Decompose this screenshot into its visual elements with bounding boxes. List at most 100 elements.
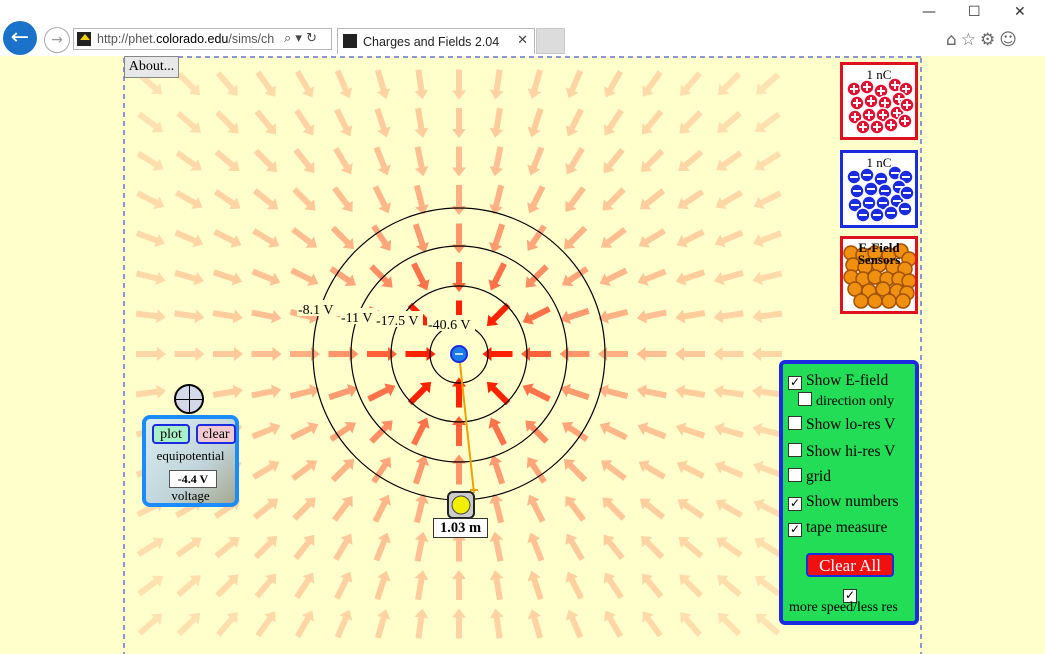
more-speed-label: more speed/less res	[789, 600, 898, 615]
efield-arrow	[254, 109, 277, 135]
checkbox-box[interactable]	[788, 468, 802, 482]
show-efield-checkbox[interactable]: ✓ Show E-field	[788, 372, 888, 390]
efield-arrow	[251, 384, 282, 399]
sensor[interactable]	[853, 293, 869, 309]
efield-arrow	[374, 107, 391, 138]
efield-arrow	[716, 537, 743, 558]
phet-favicon-icon	[343, 34, 357, 48]
checkbox-box[interactable]: ✓	[788, 523, 802, 537]
efield-arrow	[527, 69, 544, 99]
positive-charge-bucket[interactable]: 1 nC	[840, 62, 918, 140]
efield-arrow	[565, 69, 584, 99]
efield-arrow	[714, 422, 744, 439]
efield-arrow	[714, 269, 744, 286]
efield-arrow	[329, 421, 356, 442]
efield-arrow	[369, 420, 393, 444]
checkbox-box[interactable]	[798, 392, 812, 406]
efield-arrow	[713, 384, 744, 399]
new-tab-button[interactable]	[536, 28, 565, 54]
grid-checkbox[interactable]: grid	[788, 468, 831, 486]
checkbox-box[interactable]	[788, 443, 802, 457]
checkbox-box[interactable]: ✓	[788, 376, 802, 390]
efield-arrow	[414, 570, 429, 601]
efield-arrow	[333, 147, 353, 175]
toolbar-icons[interactable]: ⌂☆⚙☺	[946, 30, 1021, 50]
efield-arrow	[640, 148, 665, 173]
checkbox-box[interactable]	[788, 416, 802, 430]
efield-arrow	[521, 347, 551, 361]
efield-arrow	[291, 460, 318, 481]
efield-arrow	[334, 571, 353, 600]
browser-tab[interactable]: Charges and Fields 2.04 ✕	[337, 28, 535, 54]
back-button[interactable]: ←	[3, 21, 37, 55]
efield-arrow	[601, 460, 627, 481]
efield-arrow	[678, 536, 704, 559]
efield-arrow	[329, 266, 356, 287]
efield-arrow	[679, 110, 703, 134]
show-hires-v-checkbox[interactable]: Show hi-res V	[788, 443, 895, 461]
tape-measure-checkbox[interactable]: ✓ tape measure	[788, 519, 887, 537]
simulation-canvas[interactable]: -8.1 V -11 V -17.5 V -40.6 V About... 1 …	[0, 56, 1045, 654]
equipotential-label: equipotential	[156, 448, 225, 463]
efield-arrow	[717, 110, 742, 133]
url-text[interactable]: http://phet.colorado.edu/sims/ch	[97, 32, 274, 46]
efield-arrow	[294, 572, 315, 600]
efield-arrow	[215, 71, 238, 96]
address-bar[interactable]: http://phet.colorado.edu/sims/ch ⌕ ▾ ↻	[73, 28, 332, 50]
forward-button[interactable]: →	[44, 27, 70, 53]
negative-charge[interactable]	[450, 345, 468, 363]
direction-only-checkbox[interactable]: direction only	[798, 392, 894, 410]
efield-arrow	[372, 494, 391, 523]
voltmeter-panel[interactable]: plot clear equipotential -4.4 V voltage	[142, 415, 239, 507]
about-button[interactable]: About...	[124, 56, 179, 78]
sensor[interactable]	[867, 293, 883, 309]
efield-arrow	[636, 347, 667, 361]
efield-arrow	[414, 107, 429, 138]
efield-arrow	[294, 610, 315, 639]
sensor[interactable]	[881, 293, 897, 309]
efield-arrow	[137, 613, 163, 636]
efield-arrow	[717, 575, 742, 598]
clear-button[interactable]: clear	[196, 424, 236, 444]
efield-arrow	[563, 225, 588, 250]
voltmeter-crosshair-icon[interactable]	[174, 384, 204, 414]
positive-charges-pile	[846, 77, 915, 135]
minimize-icon[interactable]: —	[922, 4, 936, 20]
efield-arrow	[603, 69, 624, 98]
efield-arrow	[675, 347, 705, 361]
efield-arrow	[371, 457, 392, 484]
clear-all-button[interactable]: Clear All	[806, 553, 894, 577]
checkbox-label: direction only	[816, 394, 895, 409]
show-lores-v-checkbox[interactable]: Show lo-res V	[788, 416, 895, 434]
efield-sensors-bucket[interactable]: E-Field Sensors	[840, 236, 918, 314]
efield-arrow	[676, 460, 705, 479]
efield-arrow	[677, 189, 705, 210]
show-numbers-checkbox[interactable]: ✓ Show numbers	[788, 493, 899, 511]
equipotential-label: -8.1 V	[298, 303, 334, 318]
close-window-icon[interactable]: ✕	[1014, 4, 1026, 20]
efield-arrow	[714, 229, 744, 248]
efield-arrow	[675, 269, 706, 286]
search-refresh-icons[interactable]: ⌕ ▾ ↻	[284, 31, 317, 46]
efield-arrow	[603, 610, 624, 639]
efield-arrow	[599, 422, 628, 441]
sensor[interactable]	[895, 293, 911, 309]
efield-arrow	[328, 347, 359, 361]
tab-close-icon[interactable]: ✕	[517, 33, 528, 48]
plot-button[interactable]: plot	[152, 424, 190, 444]
negative-charge-bucket[interactable]: 1 nC	[840, 150, 918, 228]
efield-arrow	[251, 422, 281, 440]
efield-arrow	[252, 498, 279, 520]
efield-arrow	[678, 149, 704, 172]
checkbox-box[interactable]: ✓	[788, 497, 802, 511]
efield-arrow	[374, 570, 391, 601]
efield-arrow	[636, 384, 667, 399]
efield-arrow	[407, 381, 432, 406]
tape-measure-handle[interactable]	[447, 491, 475, 519]
efield-arrow	[135, 270, 166, 286]
efield-arrow	[293, 147, 315, 174]
maximize-icon[interactable]: ☐	[968, 4, 981, 20]
efield-arrow	[176, 575, 201, 598]
efield-arrow	[215, 612, 238, 637]
efield-arrow	[679, 574, 703, 598]
